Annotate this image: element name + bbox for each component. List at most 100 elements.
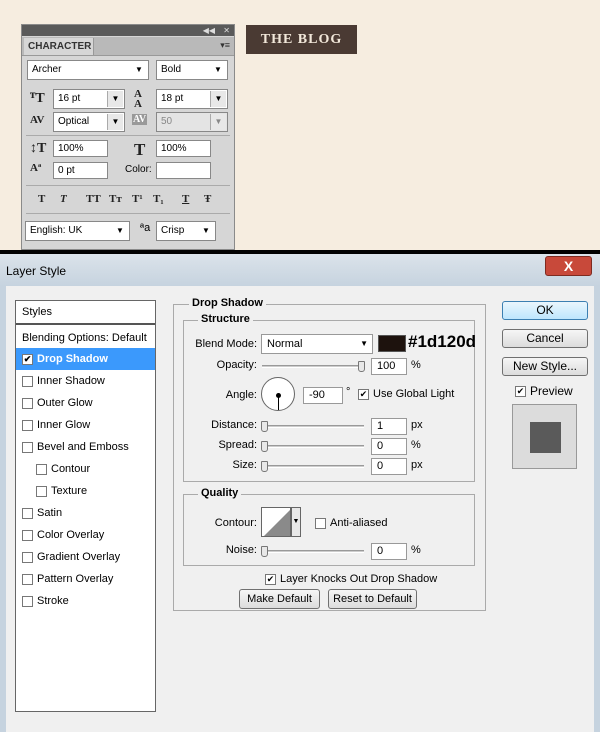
style-item-inner-shadow[interactable]: Inner Shadow bbox=[16, 370, 155, 392]
angle-dial[interactable] bbox=[261, 377, 295, 411]
shadow-color-swatch[interactable] bbox=[378, 335, 406, 352]
strikethrough-button[interactable]: Ŧ bbox=[204, 193, 211, 205]
faux-bold-button[interactable]: T bbox=[38, 193, 45, 205]
anti-aliased-checkbox[interactable]: Anti-aliased bbox=[315, 517, 387, 529]
noise-slider[interactable] bbox=[262, 550, 364, 553]
section-title: Drop Shadow bbox=[189, 297, 266, 309]
reset-to-default-button[interactable]: Reset to Default bbox=[328, 589, 417, 609]
checkbox[interactable] bbox=[22, 397, 33, 409]
style-item-drop-shadow[interactable]: ✔ Drop Shadow bbox=[16, 348, 155, 370]
style-item-outer-glow[interactable]: Outer Glow bbox=[16, 392, 155, 414]
antialias-select[interactable]: Crisp ▼ bbox=[156, 221, 216, 241]
window-title: Layer Style bbox=[6, 264, 67, 278]
horizontal-scale-input[interactable]: 100% bbox=[156, 140, 211, 157]
distance-label: Distance: bbox=[211, 419, 257, 431]
noise-slider-thumb[interactable] bbox=[261, 546, 268, 557]
size-input[interactable]: 0 bbox=[371, 458, 407, 475]
spread-slider[interactable] bbox=[262, 445, 364, 448]
checkbox[interactable] bbox=[22, 375, 33, 387]
checkbox[interactable] bbox=[22, 507, 33, 519]
superscript-button[interactable]: T¹ bbox=[132, 193, 143, 205]
opacity-input[interactable]: 100 bbox=[371, 358, 407, 375]
preview-box bbox=[512, 404, 577, 469]
checkbox[interactable] bbox=[36, 463, 47, 475]
style-item-texture[interactable]: Texture bbox=[16, 480, 155, 502]
blend-mode-select[interactable]: Normal ▼ bbox=[261, 334, 373, 354]
style-item-pattern-overlay[interactable]: Pattern Overlay bbox=[16, 568, 155, 590]
checkbox[interactable]: ✔ bbox=[265, 573, 276, 585]
quality-title: Quality bbox=[198, 487, 242, 499]
opacity-slider-thumb[interactable] bbox=[358, 361, 365, 372]
style-item-satin[interactable]: Satin bbox=[16, 502, 155, 524]
style-item-bevel-emboss[interactable]: Bevel and Emboss bbox=[16, 436, 155, 458]
style-item-contour[interactable]: Contour bbox=[16, 458, 155, 480]
close-icon[interactable]: ✕ bbox=[223, 26, 230, 35]
font-size-select[interactable]: 16 pt ▼ bbox=[53, 89, 125, 109]
distance-input[interactable]: 1 bbox=[371, 418, 407, 435]
underline-button[interactable]: T bbox=[182, 193, 189, 205]
make-default-button[interactable]: Make Default bbox=[239, 589, 320, 609]
panel-menu-icon[interactable]: ▾≡ bbox=[220, 40, 230, 51]
opacity-slider[interactable] bbox=[262, 365, 364, 368]
tab-character[interactable]: CHARACTER bbox=[24, 38, 94, 55]
checkbox[interactable]: ✔ bbox=[22, 353, 33, 365]
size-slider[interactable] bbox=[262, 465, 364, 468]
vertical-scale-input[interactable]: 100% bbox=[53, 140, 108, 157]
tracking-select[interactable]: 50 ▼ bbox=[156, 112, 228, 132]
chevron-down-icon: ▼ bbox=[292, 518, 300, 525]
size-slider-thumb[interactable] bbox=[261, 461, 268, 472]
noise-label: Noise: bbox=[225, 544, 257, 556]
collapse-icon[interactable]: ◀◀ bbox=[203, 26, 215, 35]
chevron-down-icon: ▼ bbox=[135, 65, 143, 74]
checkbox[interactable] bbox=[22, 573, 33, 585]
style-item-inner-glow[interactable]: Inner Glow bbox=[16, 414, 155, 436]
tracking-value: 50 bbox=[161, 116, 173, 127]
spread-slider-thumb[interactable] bbox=[261, 441, 268, 452]
leading-select[interactable]: 18 pt ▼ bbox=[156, 89, 228, 109]
style-item-label: Stroke bbox=[37, 595, 69, 607]
vertical-scale-icon: ↕T bbox=[30, 141, 47, 156]
checkbox[interactable]: ✔ bbox=[358, 388, 369, 400]
chevron-down-icon: ▼ bbox=[360, 339, 368, 348]
checkbox[interactable] bbox=[22, 529, 33, 541]
checkbox[interactable] bbox=[22, 441, 33, 453]
angle-input[interactable]: -90 bbox=[303, 387, 343, 404]
new-style-button[interactable]: New Style... bbox=[502, 357, 588, 376]
style-item-label: Contour bbox=[51, 463, 91, 475]
contour-dropdown[interactable]: ▼ bbox=[291, 507, 301, 537]
checkbox[interactable] bbox=[36, 485, 47, 497]
preview-checkbox[interactable]: ✔ Preview bbox=[515, 384, 573, 398]
checkbox[interactable] bbox=[22, 595, 33, 607]
faux-italic-button[interactable]: T bbox=[60, 193, 67, 205]
close-button[interactable]: X bbox=[545, 256, 592, 276]
blending-options-item[interactable]: Blending Options: Default bbox=[16, 327, 155, 349]
noise-input[interactable]: 0 bbox=[371, 543, 407, 560]
use-global-light-checkbox[interactable]: ✔ Use Global Light bbox=[358, 388, 454, 400]
subscript-button[interactable]: T₁ bbox=[153, 193, 164, 205]
knocks-out-checkbox[interactable]: ✔ Layer Knocks Out Drop Shadow bbox=[265, 573, 437, 585]
kerning-select[interactable]: Optical ▼ bbox=[53, 112, 125, 132]
distance-slider[interactable] bbox=[262, 425, 364, 428]
checkbox[interactable] bbox=[22, 551, 33, 563]
checkbox[interactable] bbox=[22, 419, 33, 431]
spread-input[interactable]: 0 bbox=[371, 438, 407, 455]
style-item-color-overlay[interactable]: Color Overlay bbox=[16, 524, 155, 546]
font-family-select[interactable]: Archer ▼ bbox=[27, 60, 149, 80]
small-caps-button[interactable]: Tт bbox=[109, 193, 122, 205]
contour-preview[interactable] bbox=[261, 507, 291, 537]
font-family-value: Archer bbox=[32, 64, 62, 75]
ok-button[interactable]: OK bbox=[502, 301, 588, 320]
baseline-shift-input[interactable]: 0 pt bbox=[53, 162, 108, 179]
contour-label: Contour: bbox=[214, 517, 257, 529]
style-item-gradient-overlay[interactable]: Gradient Overlay bbox=[16, 546, 155, 568]
checkbox[interactable]: ✔ bbox=[515, 386, 526, 398]
cancel-button[interactable]: Cancel bbox=[502, 329, 588, 348]
all-caps-button[interactable]: TT bbox=[86, 193, 101, 205]
font-style-select[interactable]: Bold ▼ bbox=[156, 60, 228, 80]
styles-header[interactable]: Styles bbox=[16, 301, 155, 325]
checkbox[interactable] bbox=[315, 517, 326, 529]
language-select[interactable]: English: UK ▼ bbox=[25, 221, 130, 241]
style-item-stroke[interactable]: Stroke bbox=[16, 590, 155, 612]
color-swatch[interactable] bbox=[156, 162, 211, 179]
distance-slider-thumb[interactable] bbox=[261, 421, 268, 432]
